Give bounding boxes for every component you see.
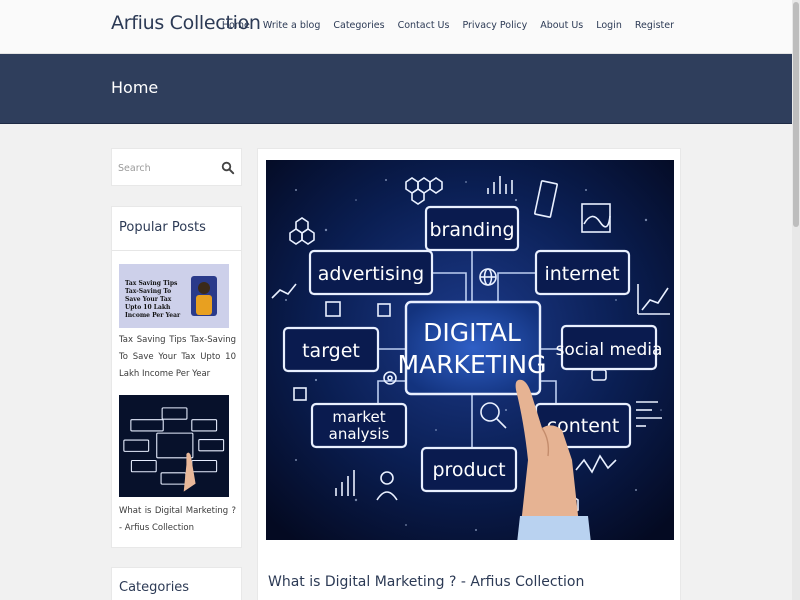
site-header: Arfius Collection Home Write a blog Cate… (0, 0, 792, 54)
post-thumbnail[interactable]: Tax Saving Tips Tax-Saving To Save Your … (119, 264, 229, 328)
main-nav: Home Write a blog Categories Contact Us … (222, 20, 674, 31)
hero-label-social-media: social media (556, 340, 663, 360)
scrollbar-thumb[interactable] (793, 2, 799, 227)
nav-privacy-policy[interactable]: Privacy Policy (462, 20, 527, 31)
article-title[interactable]: What is Digital Marketing ? - Arfius Col… (268, 574, 584, 590)
divider (112, 250, 241, 251)
hero-label-target: target (302, 340, 360, 362)
hero-center-line1: DIGITAL (423, 318, 521, 347)
popular-posts-widget: Popular Posts Tax Saving Tips Tax-Saving… (111, 206, 242, 548)
hero-label-branding: branding (430, 219, 515, 241)
nav-contact-us[interactable]: Contact Us (398, 20, 450, 31)
page-title: Home (111, 78, 159, 97)
page-banner: Home (0, 54, 792, 124)
nav-register[interactable]: Register (635, 20, 674, 31)
hero-label-market: market (332, 408, 385, 426)
search-icon[interactable] (221, 160, 235, 175)
popular-posts-title: Popular Posts (119, 220, 206, 235)
post-thumbnail[interactable] (119, 395, 229, 497)
categories-title: Categories (119, 580, 190, 595)
nav-login[interactable]: Login (596, 20, 622, 31)
hero-center-line2: MARKETING (398, 350, 547, 379)
popular-post-link[interactable]: What is Digital Marketing ? - Arfius Col… (119, 503, 236, 537)
search-widget (111, 148, 242, 186)
nav-about-us[interactable]: About Us (540, 20, 583, 31)
categories-widget: Categories (111, 567, 242, 600)
hero-label-internet: internet (544, 263, 619, 285)
thumbnail-text: Tax Saving Tips Tax-Saving To Save Your … (125, 280, 181, 319)
popular-post-link[interactable]: Tax Saving Tips Tax-Saving To Save Your … (119, 332, 236, 383)
article-hero-image[interactable]: branding advertising internet target soc… (266, 160, 674, 540)
hero-label-advertising: advertising (318, 263, 424, 285)
nav-write-a-blog[interactable]: Write a blog (263, 20, 320, 31)
nav-categories[interactable]: Categories (333, 20, 384, 31)
hero-label-analysis: analysis (329, 425, 390, 443)
article-card: branding advertising internet target soc… (257, 148, 681, 600)
nav-home[interactable]: Home (222, 20, 250, 31)
page-scrollbar[interactable] (792, 0, 800, 600)
hero-label-product: product (432, 459, 505, 481)
search-input[interactable] (118, 158, 216, 178)
